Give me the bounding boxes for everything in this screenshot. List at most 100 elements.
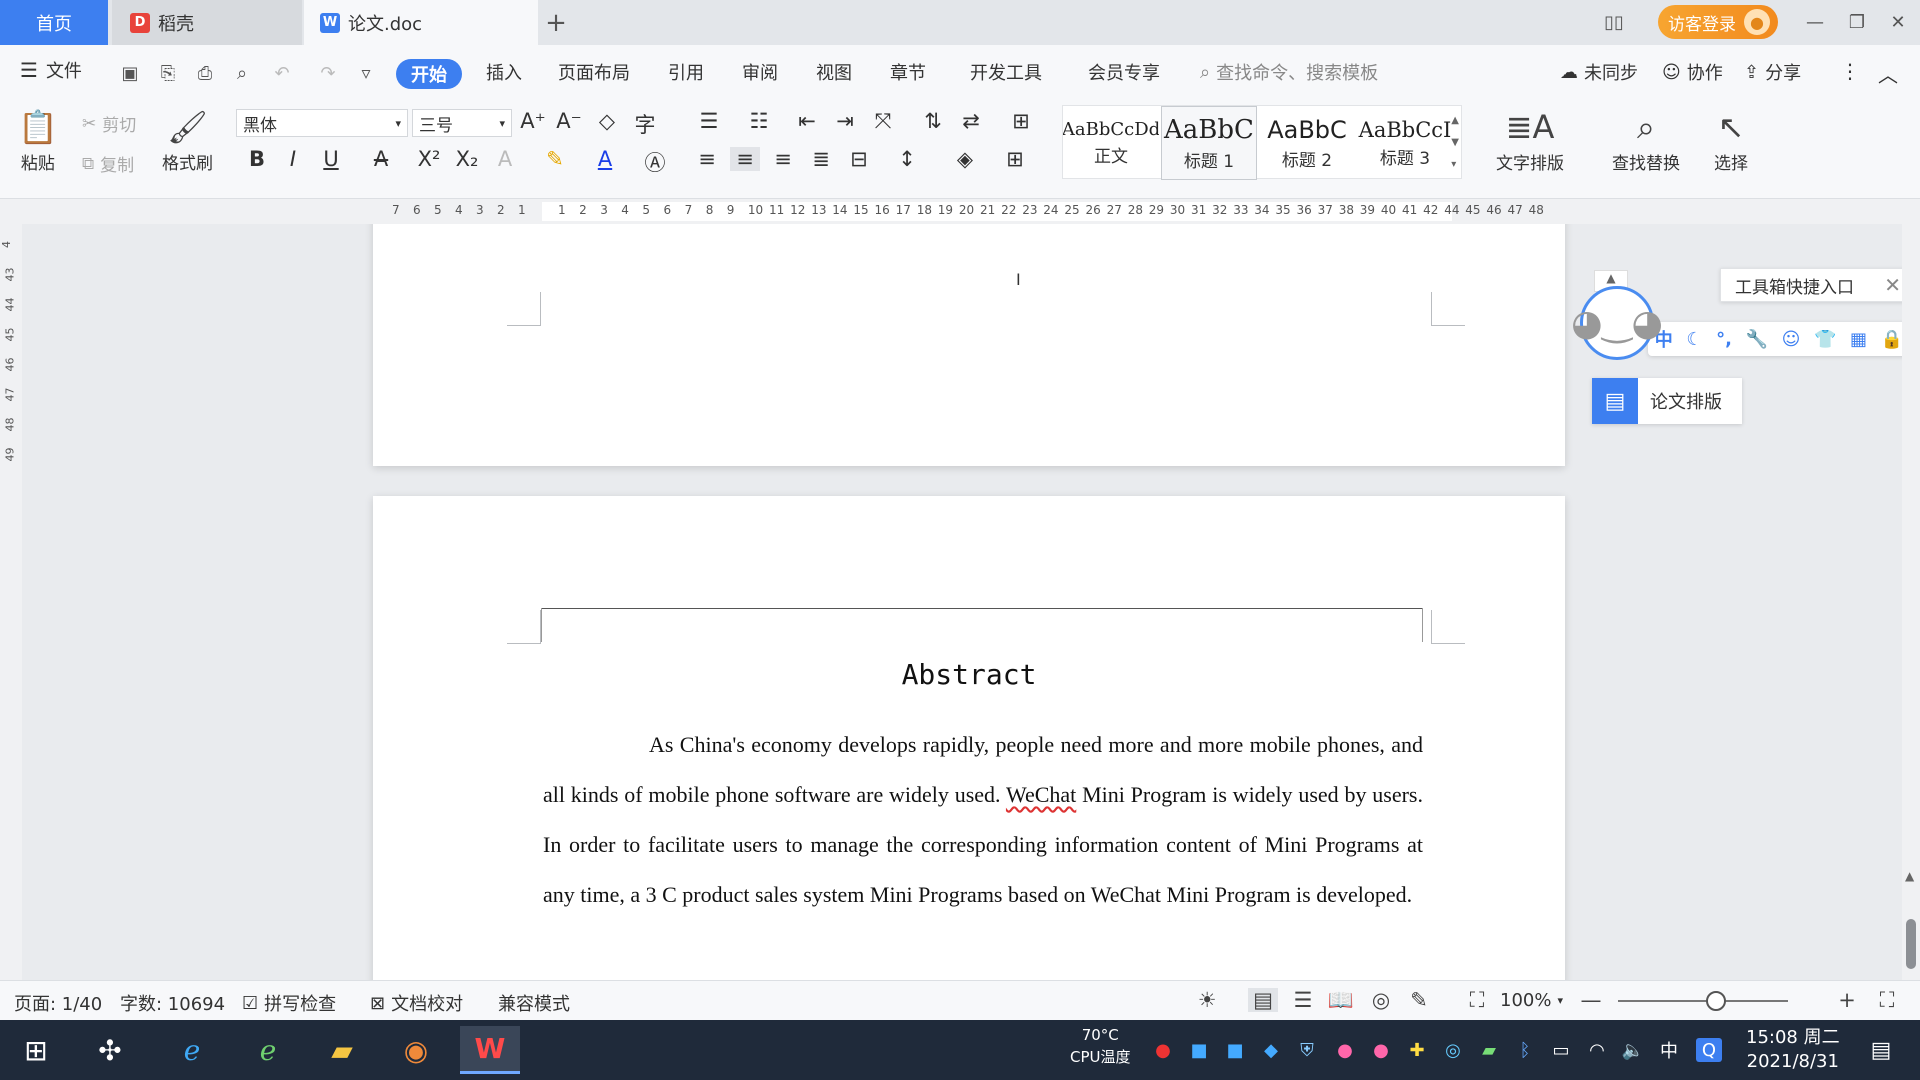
nvidia-icon[interactable]: ▰ (1476, 1038, 1502, 1062)
decrease-indent-icon[interactable]: ⇤ (792, 109, 822, 133)
redo-button[interactable]: ↷ (314, 59, 342, 87)
superscript-icon[interactable]: X² (414, 147, 444, 171)
ime-toolbar[interactable]: 中 ☾ °, 🔧 ☺ 👕 ▦ 🔒 (1648, 322, 1910, 356)
system-clock[interactable]: 15:08 周二 2021/8/31 (1746, 1026, 1840, 1074)
shirt-icon[interactable]: 👕 (1814, 329, 1836, 350)
style-heading-3[interactable]: AaBbCcI 标题 3 (1357, 106, 1453, 180)
print-preview-button[interactable]: ⌕ (228, 59, 256, 87)
tray-app-icon[interactable]: ● (1332, 1038, 1358, 1062)
shield-icon[interactable]: ⛨ (1294, 1038, 1320, 1062)
tab-page-layout[interactable]: 页面布局 (558, 59, 630, 85)
eye-protection-icon[interactable]: ☀ (1192, 988, 1222, 1012)
grid-icon[interactable]: ▦ (1850, 329, 1867, 350)
scrollbar-thumb[interactable] (1906, 919, 1916, 969)
font-color-icon[interactable]: A (590, 147, 620, 171)
moon-icon[interactable]: ☾ (1686, 329, 1702, 350)
show-marks-icon[interactable]: ⇄ (956, 109, 986, 133)
tab-chapter[interactable]: 章节 (890, 59, 926, 85)
increase-indent-icon[interactable]: ⇥ (830, 109, 860, 133)
taskbar-browser[interactable]: ℯ (238, 1026, 298, 1074)
zoom-slider[interactable] (1618, 1000, 1788, 1002)
clear-format-icon[interactable]: ◇ (592, 109, 622, 133)
text-effect-icon[interactable]: A (490, 147, 520, 171)
page-indicator[interactable]: 页面: 1/40 (14, 990, 102, 1016)
bluetooth-icon[interactable]: ᛒ (1512, 1038, 1538, 1062)
new-tab-button[interactable]: + (540, 0, 572, 45)
cut-button[interactable]: ✂ 剪切 (82, 111, 136, 137)
command-search[interactable]: ⌕ 查找命令、搜索模板 (1200, 59, 1378, 85)
phonetic-guide-icon[interactable]: 字 (630, 109, 660, 139)
page-2[interactable]: Abstract As China's economy develops rap… (373, 496, 1565, 980)
file-menu[interactable]: ☰ 文件 (20, 57, 82, 83)
reading-view-icon[interactable]: 📖 (1326, 988, 1356, 1013)
font-size-select[interactable]: 三号 ▾ (412, 109, 512, 137)
align-right-icon[interactable]: ≡ (768, 147, 798, 171)
fullscreen-icon[interactable]: ⛶ (1872, 988, 1902, 1013)
tab-start[interactable]: 开始 (396, 59, 462, 89)
tab-home[interactable]: 首页 (0, 0, 108, 45)
save-button[interactable]: ▣ (116, 59, 144, 87)
taskbar-wps[interactable]: W (460, 1026, 520, 1074)
shrink-font-icon[interactable]: A⁻ (554, 109, 584, 133)
print-button[interactable]: ⎙ (191, 59, 219, 87)
vertical-ruler[interactable]: 4 43 44 45 46 47 48 49 (0, 224, 22, 980)
distributed-icon[interactable]: ⊟ (844, 147, 874, 171)
tray-app-icon[interactable]: ✚ (1404, 1038, 1430, 1062)
tab-view[interactable]: 视图 (816, 59, 852, 85)
taskbar-ie[interactable]: ℯ (162, 1026, 222, 1074)
start-button[interactable]: ⊞ (6, 1026, 66, 1074)
scroll-up-icon[interactable]: ▲ (1905, 869, 1914, 883)
tab-review[interactable]: 审阅 (742, 59, 778, 85)
zoom-in-button[interactable]: + (1832, 988, 1862, 1012)
font-name-select[interactable]: 黑体 ▾ (236, 109, 408, 137)
close-button[interactable]: ✕ (1876, 0, 1920, 45)
zoom-select[interactable]: 100% ▾ (1500, 990, 1563, 1011)
find-replace-button[interactable]: ⌕ 查找替换 (1612, 105, 1680, 174)
vertical-scrollbar[interactable]: ▲ (1902, 199, 1920, 980)
fit-page-icon[interactable]: ⛶ (1462, 988, 1492, 1013)
borders-icon[interactable]: ⊞ (1000, 147, 1030, 171)
sort-icon[interactable]: ⇅ (918, 109, 948, 133)
more-button[interactable]: ⋮ (1840, 59, 1860, 83)
bold-icon[interactable]: B (242, 147, 272, 171)
text-direction-icon[interactable]: ⤧ (868, 109, 898, 134)
punctuation-icon[interactable]: °, (1716, 329, 1732, 350)
sync-button[interactable]: ☁ 未同步 (1560, 59, 1638, 85)
bullet-list-icon[interactable]: ☰ (694, 109, 724, 133)
text-layout-button[interactable]: ≣A 文字排版 (1496, 105, 1564, 174)
style-normal[interactable]: AaBbCcDd 正文 (1063, 106, 1159, 180)
outline-view-icon[interactable]: ☰ (1288, 988, 1318, 1012)
minimize-button[interactable]: — (1793, 0, 1837, 45)
wrench-icon[interactable]: 🔧 (1746, 329, 1768, 350)
q-app-icon[interactable]: Q (1696, 1038, 1722, 1062)
output-button[interactable]: ⎘ (154, 59, 182, 87)
subscript-icon[interactable]: X₂ (452, 147, 482, 171)
page-view-icon[interactable]: ▤ (1248, 988, 1278, 1012)
share-button[interactable]: ⇪ 分享 (1744, 59, 1801, 85)
tray-app-icon[interactable]: ◆ (1258, 1038, 1284, 1062)
customize-quick-access-button[interactable]: ▿ (352, 59, 380, 87)
justify-icon[interactable]: ≣ (806, 147, 836, 171)
line-spacing-icon[interactable]: ↕ (892, 147, 922, 171)
tab-member[interactable]: 会员专享 (1088, 59, 1160, 85)
taskbar-app-1[interactable]: ✣ (80, 1026, 140, 1074)
close-icon[interactable]: ✕ (1884, 273, 1901, 297)
align-left-icon[interactable]: ≡ (692, 147, 722, 171)
volume-icon[interactable]: 🔈 (1620, 1038, 1646, 1062)
tab-references[interactable]: 引用 (668, 59, 704, 85)
char-border-icon[interactable]: Ⓐ (640, 147, 670, 177)
battery-icon[interactable]: ▭ (1548, 1038, 1574, 1062)
undo-button[interactable]: ↶ (268, 59, 296, 87)
format-painter-button[interactable]: 🖌 格式刷 (162, 105, 213, 174)
taskbar-explorer[interactable]: ▰ (312, 1026, 372, 1074)
align-center-icon[interactable]: ≡ (730, 147, 760, 171)
tab-daoke[interactable]: D 稻壳 (112, 0, 302, 45)
lock-icon[interactable]: 🔒 (1881, 329, 1903, 350)
underline-icon[interactable]: U (316, 147, 346, 171)
taskbar-app-5[interactable]: ◉ (386, 1026, 446, 1074)
select-button[interactable]: ↖ 选择 (1714, 105, 1748, 174)
collaborate-button[interactable]: ☺ 协作 (1662, 59, 1723, 85)
pen-icon[interactable]: ✎ (1404, 988, 1434, 1012)
table-icon[interactable]: ⊞ (1006, 109, 1036, 133)
word-count[interactable]: 字数: 10694 (120, 990, 225, 1016)
